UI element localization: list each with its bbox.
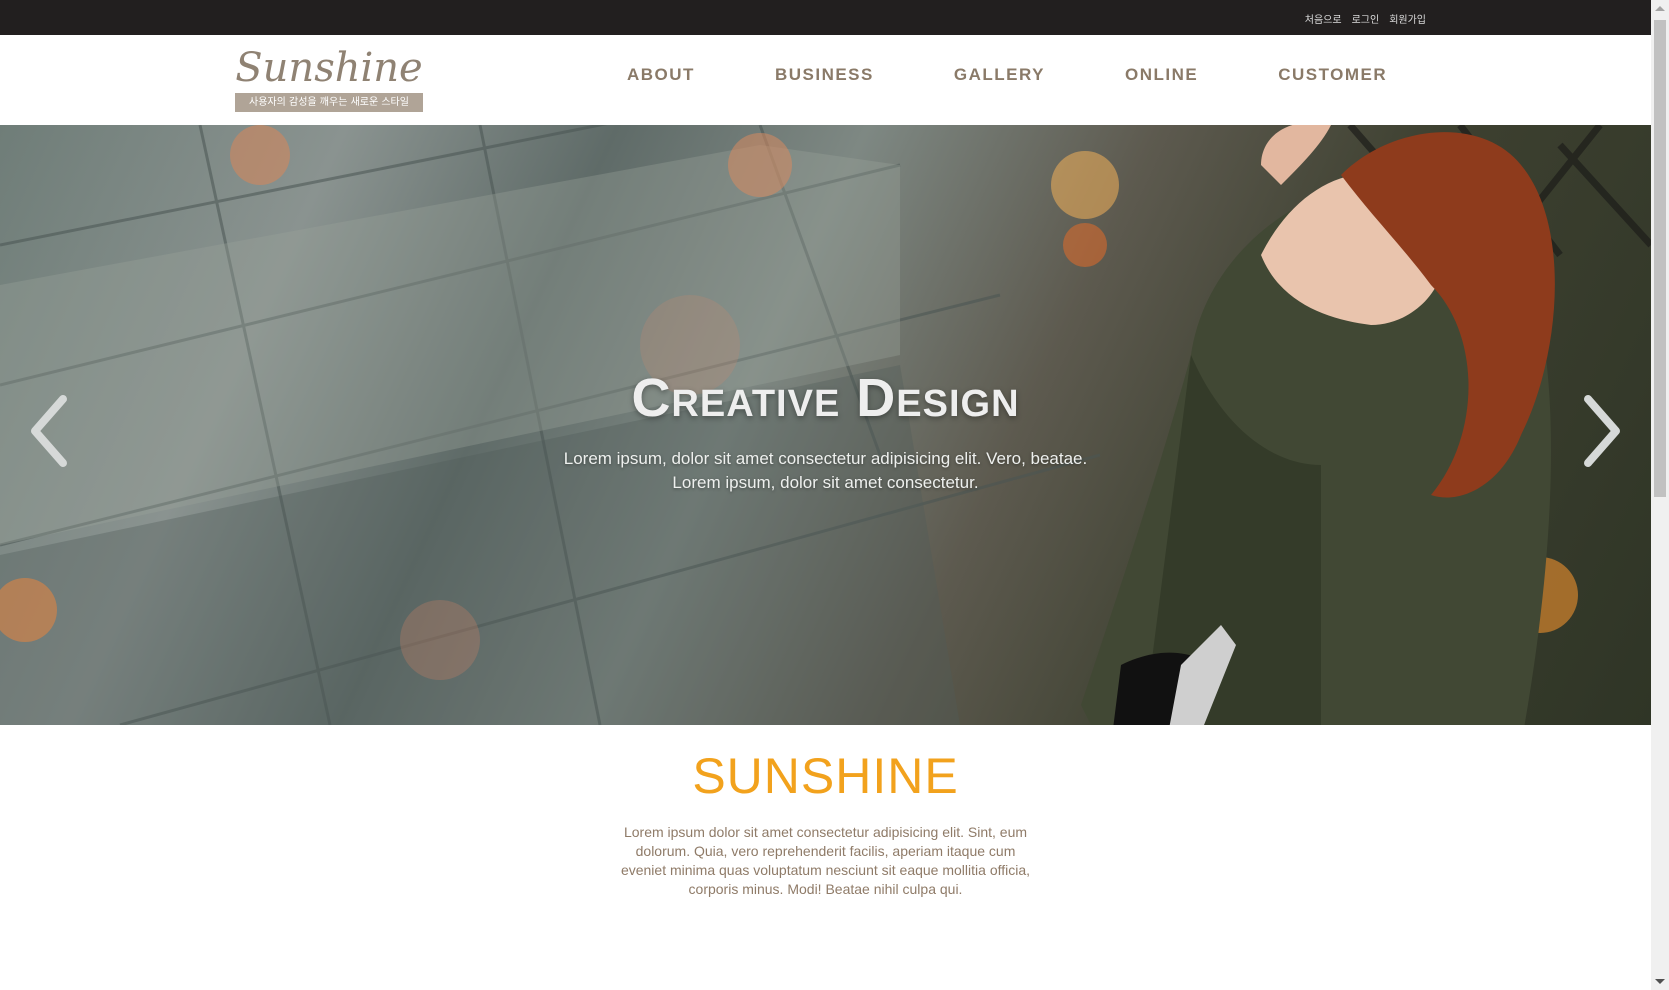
- site-logo[interactable]: Sunshine 사용자의 감성을 깨우는 새로운 스타일: [235, 45, 423, 112]
- hero-title: Creative Design: [631, 368, 1020, 428]
- hero-subtitle-line-2: Lorem ipsum, dolor sit amet consectetur.: [672, 473, 979, 492]
- chevron-right-icon: [1584, 395, 1620, 467]
- home-link[interactable]: 처음으로: [1305, 11, 1342, 26]
- nav-about[interactable]: ABOUT: [627, 65, 695, 85]
- signup-link[interactable]: 회원가입: [1389, 11, 1426, 26]
- hero-slider: Creative Design Lorem ipsum, dolor sit a…: [0, 125, 1651, 725]
- logo-tagline: 사용자의 감성을 깨우는 새로운 스타일: [235, 93, 423, 112]
- hero-subtitle-line-1: Lorem ipsum, dolor sit amet consectetur …: [563, 449, 1088, 468]
- site-header: Sunshine 사용자의 감성을 깨우는 새로운 스타일 ABOUT BUSI…: [0, 35, 1651, 125]
- page-scrollbar[interactable]: [1651, 0, 1669, 990]
- nav-customer[interactable]: CUSTOMER: [1278, 65, 1387, 85]
- top-utility-bar: 처음으로 로그인 회원가입: [0, 0, 1651, 35]
- intro-body: Lorem ipsum dolor sit amet consectetur a…: [620, 824, 1031, 897]
- intro-heading: SUNSHINE: [692, 748, 959, 804]
- scrollbar-thumb[interactable]: [1654, 20, 1666, 497]
- slider-next-button[interactable]: [1576, 391, 1626, 471]
- utility-links: 처음으로 로그인 회원가입: [1305, 11, 1426, 26]
- scroll-up-arrow-icon[interactable]: [1655, 6, 1665, 11]
- nav-business[interactable]: BUSINESS: [775, 65, 874, 85]
- nav-gallery[interactable]: GALLERY: [954, 65, 1045, 85]
- slider-prev-button[interactable]: [25, 391, 75, 471]
- scroll-down-arrow-icon[interactable]: [1655, 979, 1665, 984]
- chevron-left-icon: [31, 395, 67, 467]
- login-link[interactable]: 로그인: [1352, 11, 1380, 26]
- hero-subtitle: Lorem ipsum, dolor sit amet consectetur …: [0, 447, 1651, 495]
- main-nav: ABOUT BUSINESS GALLERY ONLINE CUSTOMER: [627, 65, 1387, 85]
- nav-online[interactable]: ONLINE: [1125, 65, 1198, 85]
- intro-section: SUNSHINE Lorem ipsum dolor sit amet cons…: [0, 725, 1651, 899]
- logo-wordmark: Sunshine: [235, 45, 423, 91]
